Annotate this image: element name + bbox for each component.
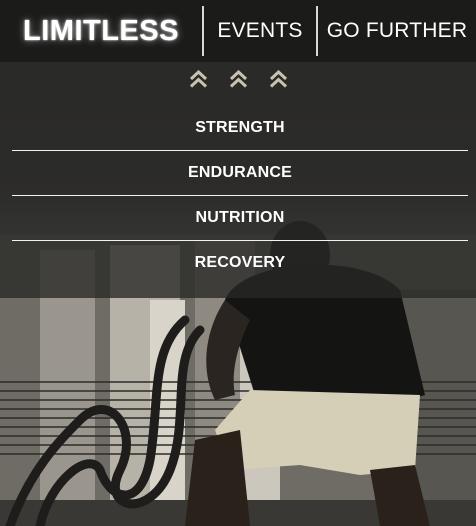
double-chevron-up-icon	[229, 70, 247, 88]
menu-item-recovery[interactable]: RECOVERY	[12, 241, 468, 285]
menu-item-nutrition[interactable]: NUTRITION	[12, 196, 468, 240]
category-menu-panel: STRENGTH ENDURANCE NUTRITION RECOVERY	[0, 62, 476, 298]
site-logo[interactable]: LIMITLESS	[0, 0, 202, 62]
top-navigation: LIMITLESS EVENTS GO FURTHER	[0, 0, 476, 62]
menu-item-strength[interactable]: STRENGTH	[12, 106, 468, 150]
collapse-menu-button[interactable]	[0, 62, 476, 96]
double-chevron-up-icon	[269, 70, 287, 88]
category-menu: STRENGTH ENDURANCE NUTRITION RECOVERY	[12, 106, 468, 285]
nav-link-go-further[interactable]: GO FURTHER	[318, 0, 476, 62]
double-chevron-up-icon	[189, 70, 207, 88]
nav-link-events[interactable]: EVENTS	[204, 0, 316, 62]
menu-item-endurance[interactable]: ENDURANCE	[12, 151, 468, 195]
